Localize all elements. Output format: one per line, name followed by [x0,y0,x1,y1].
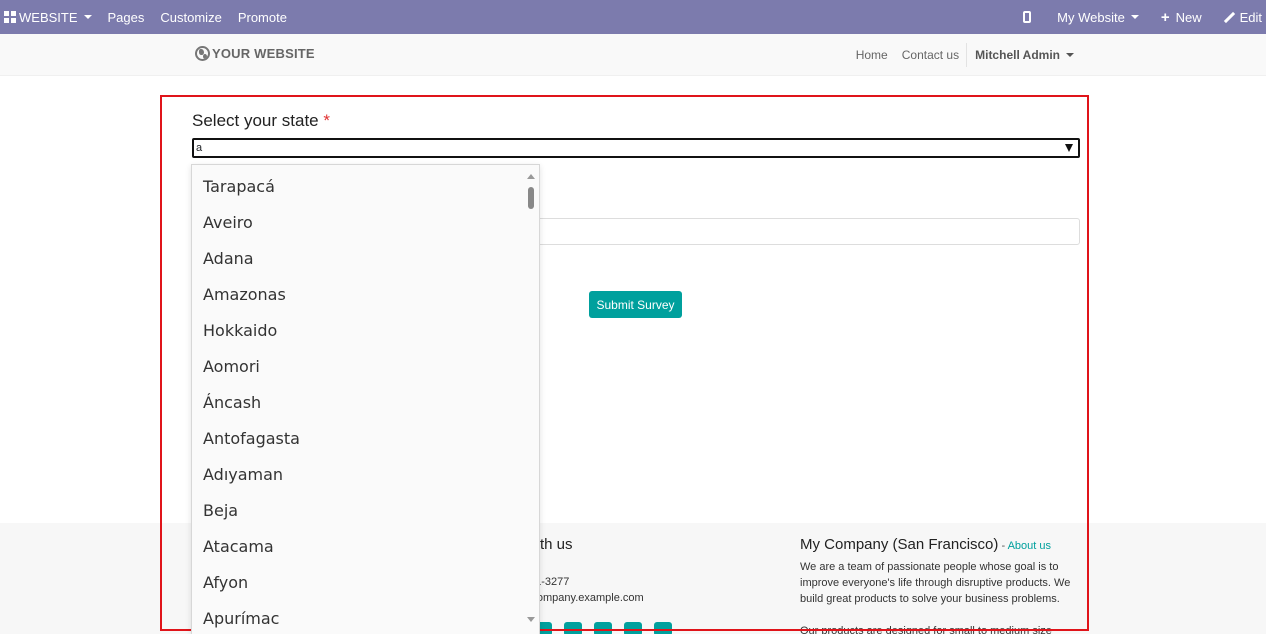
website-menu-label: WEBSITE [19,9,78,25]
edit-label: Edit [1239,9,1262,25]
nav-contact-us[interactable]: Contact us [895,48,966,62]
mobile-phone-icon [1023,11,1032,23]
state-option[interactable]: Afyon [192,569,539,605]
admin-topbar: WEBSITE Pages Customize Promote My Websi… [0,0,1266,34]
scroll-down-arrow-icon[interactable] [527,617,535,622]
required-mark: * [323,111,330,130]
company-sep: - [998,540,1008,552]
new-label: New [1175,9,1202,25]
caret-down-icon [1130,15,1139,19]
about-us-link[interactable]: About us [1008,540,1051,552]
main-nav: Home Contact us Mitchell Admin [849,34,1074,76]
state-option[interactable]: Apurímac [192,605,539,634]
state-select[interactable]: a [192,138,1080,158]
state-option[interactable]: Aomori [192,353,539,389]
question-text: Select your state [192,111,319,130]
social-links [534,622,672,634]
state-option[interactable]: Áncash [192,389,539,425]
about-text-2: Our products are designed for small to m… [800,625,1052,634]
user-name: Mitchell Admin [975,48,1060,62]
menu-customize[interactable]: Customize [152,0,229,34]
about-text: We are a team of passionate people whose… [800,561,1071,605]
nav-home[interactable]: Home [849,48,895,62]
question-label: Select your state * [192,111,330,131]
website-header: YOUR WEBSITE Home Contact us Mitchell Ad… [0,34,1266,76]
caret-down-icon [1066,53,1074,57]
mobile-preview-button[interactable] [1015,0,1049,34]
youtube-icon[interactable] [594,622,612,634]
state-dropdown-list[interactable]: Tarapacá Aveiro Adana Amazonas Hokkaido … [191,164,540,634]
submit-survey-button[interactable]: Submit Survey [589,291,682,318]
menu-promote[interactable]: Promote [230,0,295,34]
state-option[interactable]: Aveiro [192,209,539,245]
company-title: My Company (San Francisco) [800,536,999,553]
menu-pages[interactable]: Pages [100,0,153,34]
state-option[interactable]: Hokkaido [192,317,539,353]
state-option[interactable]: Amazonas [192,281,539,317]
edit-button[interactable]: Edit [1216,0,1266,34]
state-option[interactable]: Beja [192,497,539,533]
site-logo[interactable]: YOUR WEBSITE [195,46,315,61]
caret-down-icon [83,15,92,19]
github-icon[interactable] [624,622,642,634]
logo-text: YOUR WEBSITE [212,46,315,61]
footer-about: My Company (San Francisco) - About us We… [800,537,1080,634]
dropdown-arrow-icon [1065,144,1073,152]
new-button[interactable]: + New [1153,0,1216,34]
state-options: Tarapacá Aveiro Adana Amazonas Hokkaido … [192,165,539,634]
state-option[interactable]: Tarapacá [192,173,539,209]
state-option[interactable]: Atacama [192,533,539,569]
instagram-icon[interactable] [654,622,672,634]
site-footer: ct with us us 0) 691-3277 yourcompany.ex… [0,523,1266,634]
apps-grid-icon [4,11,16,23]
scroll-up-arrow-icon[interactable] [527,174,535,179]
state-select-value: a [196,142,203,154]
my-website-label: My Website [1057,9,1125,25]
user-menu[interactable]: Mitchell Admin [967,48,1074,62]
state-option[interactable]: Adana [192,245,539,281]
state-option[interactable]: Antofagasta [192,425,539,461]
company-heading: My Company (San Francisco) - About us [800,537,1080,554]
pencil-icon [1224,12,1235,23]
website-menu[interactable]: WEBSITE [0,0,100,34]
dropdown-scrollbar[interactable] [523,165,539,634]
plus-icon: + [1160,8,1170,26]
my-website-switcher[interactable]: My Website [1049,0,1153,34]
state-option[interactable]: Adıyaman [192,461,539,497]
globe-icon [195,46,210,61]
linkedin-icon[interactable] [564,622,582,634]
scroll-thumb[interactable] [528,187,534,209]
